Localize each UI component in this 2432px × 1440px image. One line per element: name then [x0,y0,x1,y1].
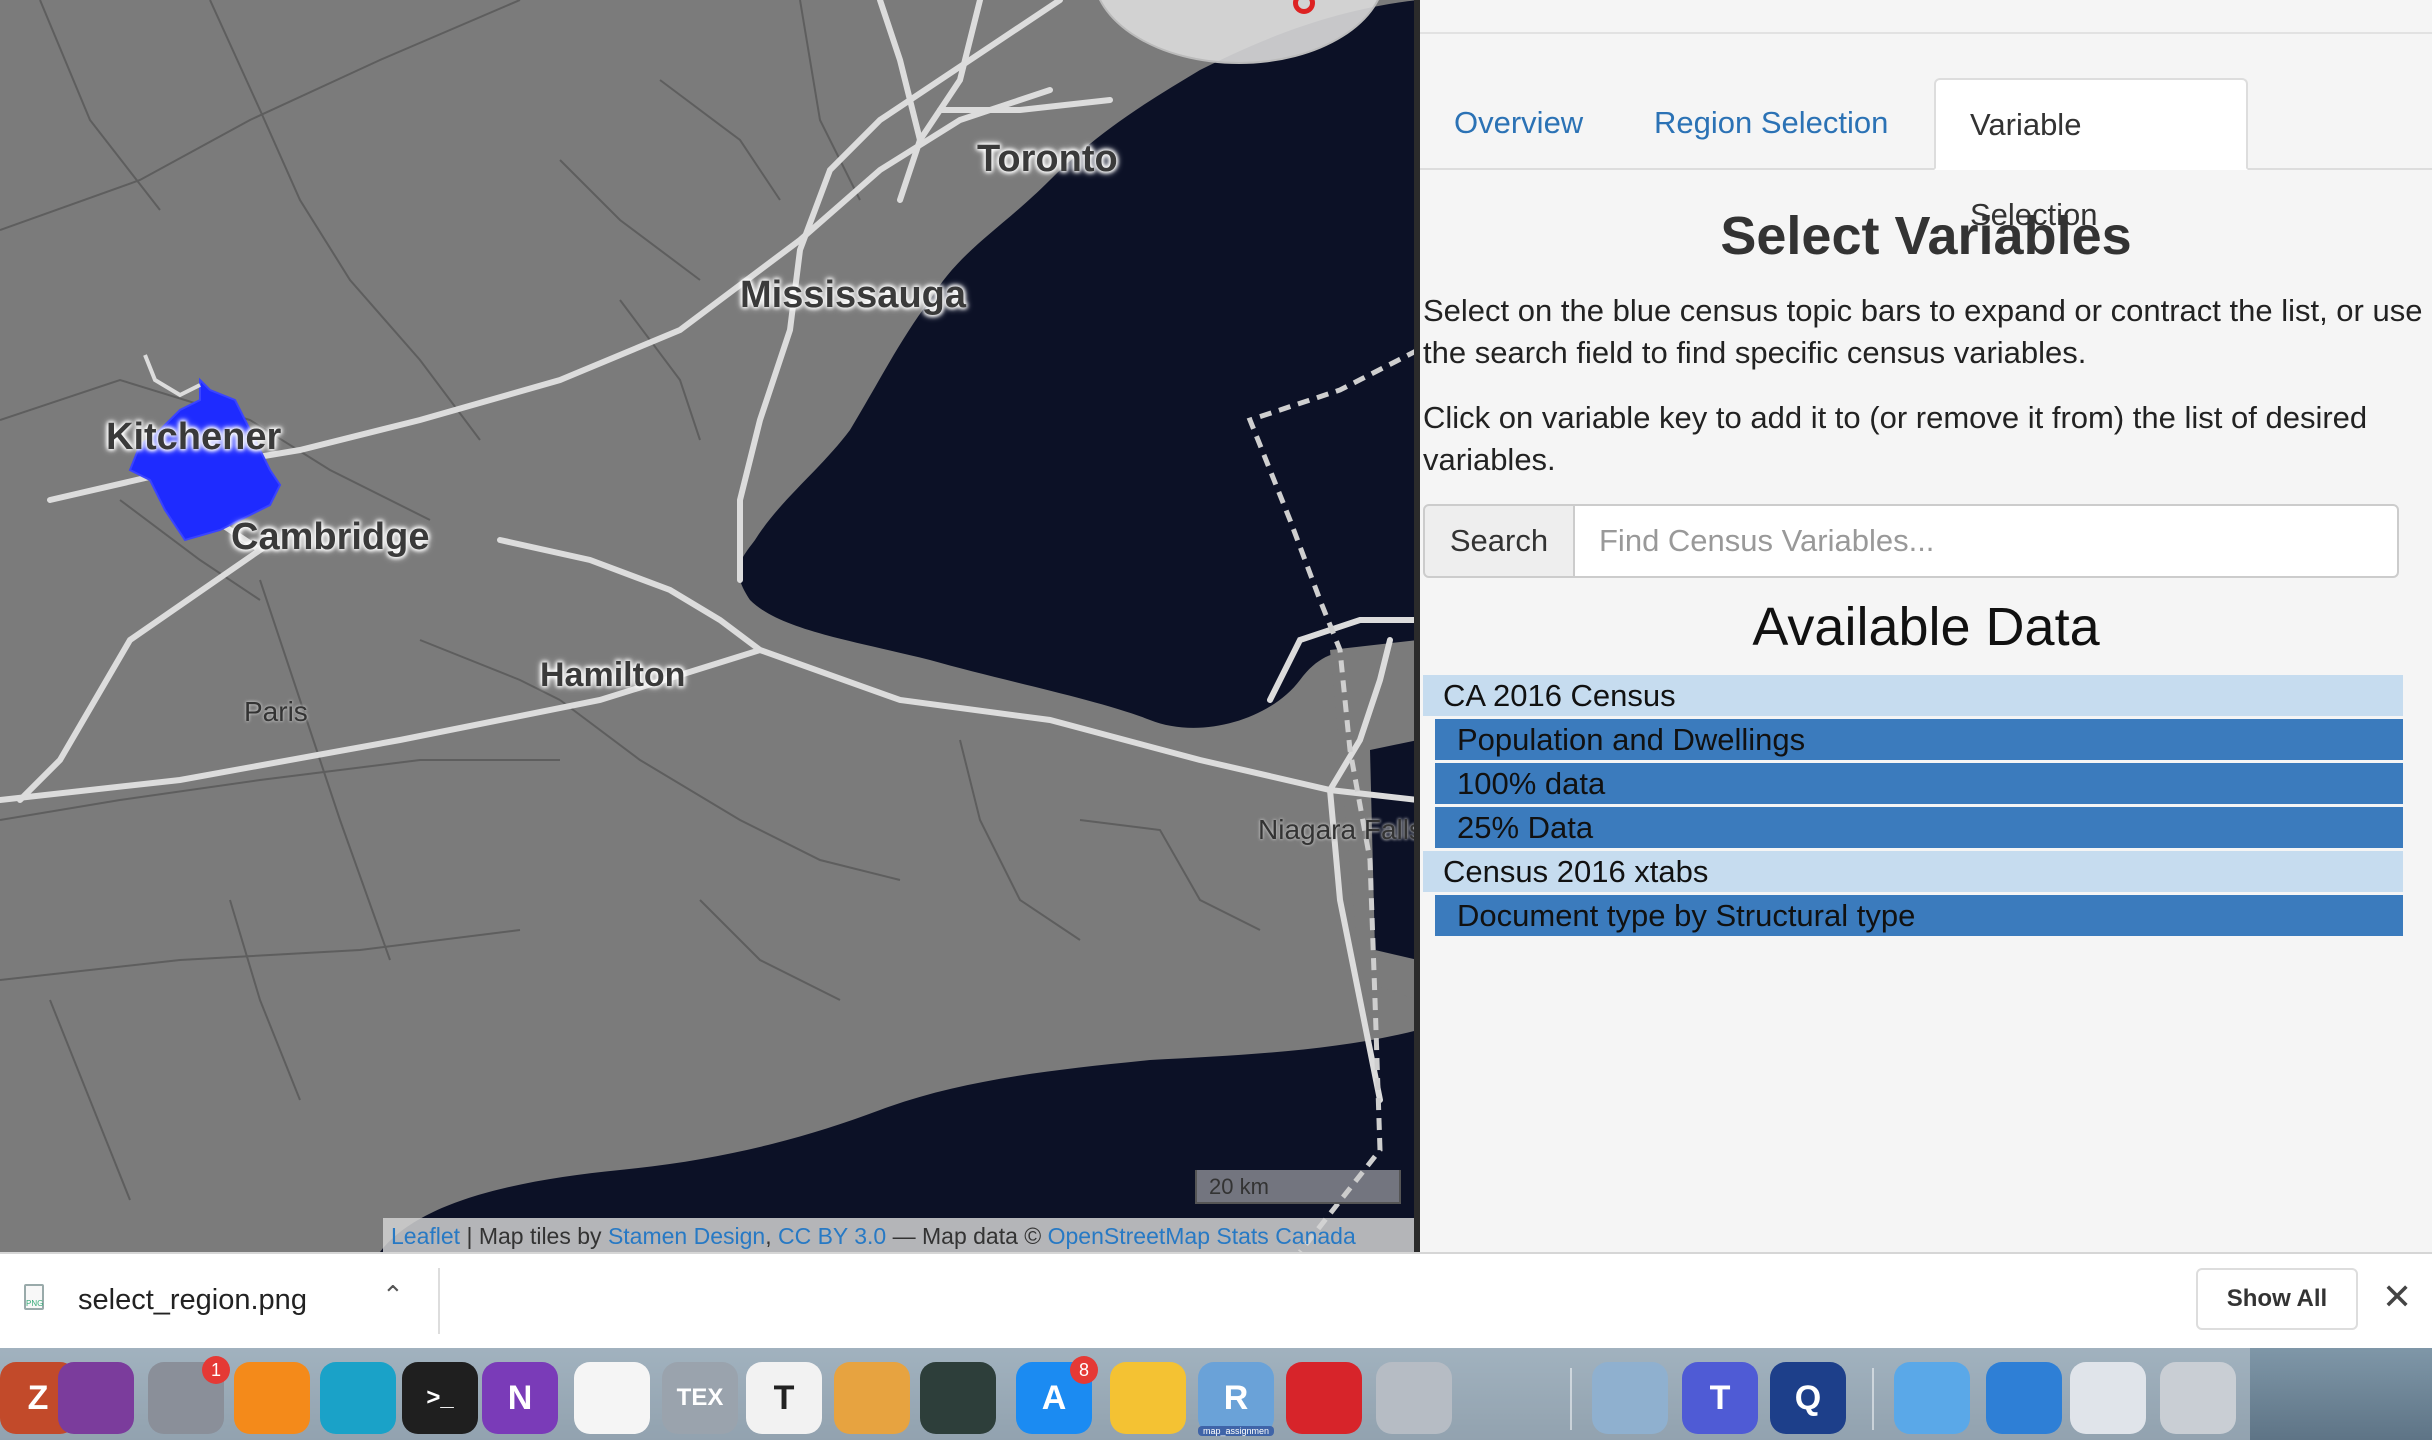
github-desktop-icon[interactable] [58,1362,134,1434]
tex-icon[interactable]: TEX [662,1362,738,1434]
panel-top-border [1420,32,2432,34]
license-link[interactable]: CC BY 3.0 [778,1223,886,1249]
city-label-mississauga: Mississauga [740,274,966,316]
magnifier-app-icon[interactable] [320,1362,396,1434]
osm-link[interactable]: OpenStreetMap [1048,1223,1210,1249]
terminal-glyph: >_ [426,1384,454,1411]
map-scale-bar: 20 km [1195,1170,1401,1204]
teams-glyph: T [1709,1378,1731,1417]
attribution-text: , [765,1223,778,1249]
system-preferences-icon[interactable]: 1 [148,1356,230,1434]
city-label-kitchener: Kitchener [106,416,282,458]
attribution-text: | Map tiles by [460,1223,608,1249]
instructions-text-2: Click on variable key to add it to (or r… [1423,400,2368,477]
city-label-niagara-falls: Niagara Falls [1258,814,1418,845]
r-glyph: R [1223,1378,1249,1417]
statcan-link[interactable]: Stats Canada [1216,1223,1355,1249]
quicktime-glyph: Q [1794,1378,1822,1417]
variable-panel: Overview Region Selection Variable Selec… [1420,0,2432,1252]
app-store-glyph: A [1041,1378,1067,1417]
tree-topic-xtabs[interactable]: Census 2016 xtabs [1423,851,2403,892]
city-label-toronto: Toronto [977,138,1118,180]
city-label-hamilton: Hamilton [540,656,686,694]
map-attribution: Leaflet | Map tiles by Stamen Design, CC… [383,1218,1418,1252]
instructions-text: Select on the blue census topic bars to … [1423,293,2423,370]
city-label-cambridge: Cambridge [231,516,430,558]
download-bar: PNG select_region.png ⌃ Show All ✕ [0,1252,2432,1348]
tree-subtopic-100-data[interactable]: 100% data [1435,763,2403,804]
tree-subtopic-population[interactable]: Population and Dwellings [1435,719,2403,760]
download-file-name[interactable]: select_region.png [78,1284,307,1317]
stamen-link[interactable]: Stamen Design [608,1223,765,1249]
tab-overview[interactable]: Overview [1420,78,1617,168]
map-canvas[interactable] [0,0,1418,1252]
show-all-button[interactable]: Show All [2196,1268,2358,1330]
onenote-glyph: N [507,1378,533,1417]
onenote-icon[interactable]: N [482,1362,558,1434]
search-label: Search [1423,504,1575,578]
typora-glyph: T [773,1378,795,1417]
preview-icon[interactable] [1592,1362,1668,1434]
terminal-icon[interactable]: >_ [402,1362,478,1434]
chevron-up-icon[interactable]: ⌃ [382,1280,404,1311]
tab-variable-selection[interactable]: Variable Selection [1934,78,2248,232]
photos-icon[interactable] [574,1362,650,1434]
teams-icon[interactable]: T [1682,1362,1758,1434]
zotero-glyph: Z [27,1378,49,1417]
time-machine-icon[interactable] [920,1362,996,1434]
automator-icon[interactable] [1376,1362,1452,1434]
vlc-icon[interactable] [234,1362,310,1434]
page-title: Select Variables [1720,206,2132,266]
macos-dock: Z 1 >_ N TEX T A 8 Rmap_assignmen T Q [0,1348,2432,1440]
search-group: Search [1423,504,2399,578]
downloads-folder-icon[interactable] [1894,1362,1970,1434]
leaflet-link[interactable]: Leaflet [391,1223,460,1249]
close-icon[interactable]: ✕ [2382,1276,2412,1318]
tree-topic-ca2016[interactable]: CA 2016 Census [1423,675,2403,716]
notification-badge: 8 [1070,1356,1098,1384]
census-tree: CA 2016 Census Population and Dwellings … [1423,675,2403,939]
available-data-heading: Available Data [1752,597,2100,657]
mosaic-app-icon[interactable] [834,1362,910,1434]
tab-region-selection[interactable]: Region Selection [1620,78,1922,168]
tex-glyph: TEX [676,1384,724,1411]
keychain-icon[interactable] [1286,1362,1362,1434]
map-pane[interactable]: Toronto Mississauga Kitchener Cambridge … [0,0,1418,1252]
typora-icon[interactable]: T [746,1362,822,1434]
audio-app-icon[interactable] [1110,1362,1186,1434]
download-separator [438,1268,440,1334]
app-store-icon[interactable]: A8 [1016,1356,1098,1434]
notification-badge: 1 [202,1356,230,1384]
network-globe-icon[interactable] [1986,1362,2062,1434]
dock-caption: map_assignmen [1198,1426,1274,1436]
tree-subtopic-25-data[interactable]: 25% Data [1435,807,2403,848]
tab-bar: Overview Region Selection Variable Selec… [1420,78,2432,232]
city-label-paris: Paris [244,696,308,727]
search-input[interactable] [1573,504,2399,578]
attribution-text: — Map data © [886,1223,1048,1249]
r-icon[interactable]: Rmap_assignmen [1198,1362,1274,1436]
dock-separator [1570,1368,1572,1430]
quicktime-icon[interactable]: Q [1770,1362,1846,1434]
trash-icon[interactable] [2160,1362,2236,1434]
finder-window-icon[interactable] [2070,1362,2146,1434]
dock-separator [1872,1368,1874,1430]
png-file-icon: PNG [24,1284,44,1310]
tree-subtopic-document-type[interactable]: Document type by Structural type [1435,895,2403,936]
